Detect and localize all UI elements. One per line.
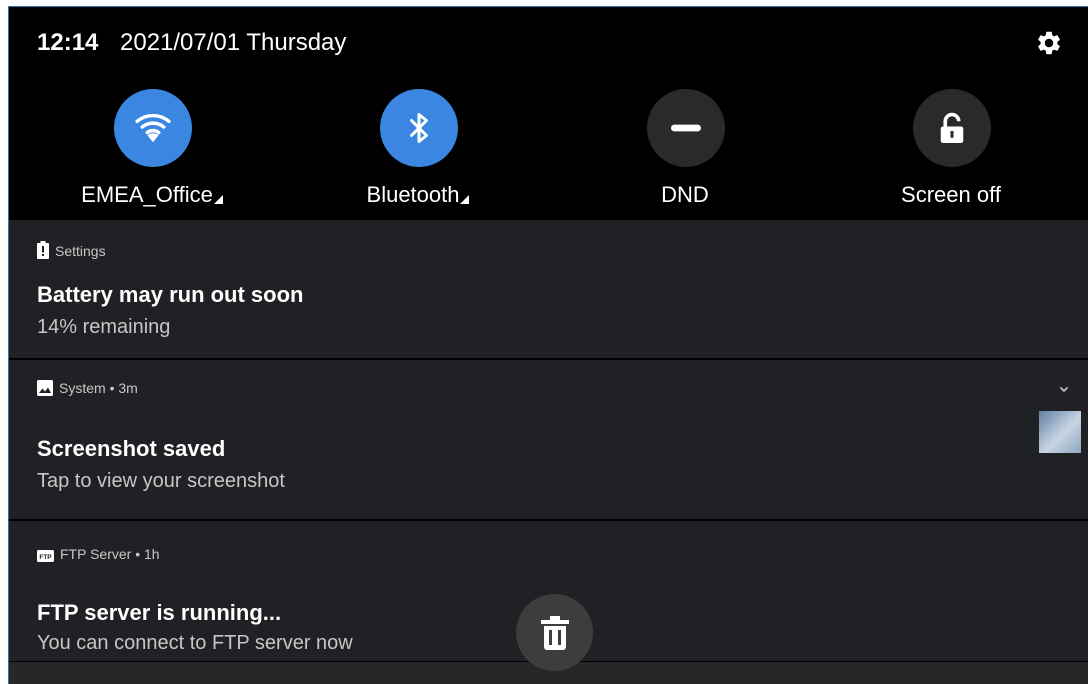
dropdown-caret-icon bbox=[213, 195, 223, 204]
notification-app-name: FTP Server • 1h bbox=[60, 546, 160, 562]
notification-title: Screenshot saved bbox=[37, 436, 226, 461]
bluetooth-icon bbox=[410, 113, 428, 143]
dnd-icon bbox=[671, 124, 701, 132]
dropdown-caret-icon bbox=[460, 195, 470, 204]
screenshot-thumbnail[interactable] bbox=[1039, 411, 1081, 453]
dnd-toggle[interactable] bbox=[647, 89, 725, 167]
wifi-toggle[interactable] bbox=[114, 89, 192, 167]
lock-icon bbox=[940, 112, 964, 143]
image-icon bbox=[37, 380, 53, 396]
notification-title: Battery may run out soon bbox=[37, 282, 304, 307]
wifi-icon bbox=[135, 113, 171, 143]
notification-text: Tap to view your screenshot bbox=[37, 470, 285, 492]
notification-header: Settings bbox=[37, 241, 106, 259]
notification-app-name: Settings bbox=[55, 243, 106, 259]
battery-alert-icon bbox=[37, 241, 49, 259]
tile-label-screen-off: Screen off bbox=[901, 182, 1001, 207]
tile-screen-off[interactable]: Screen off bbox=[841, 89, 1061, 219]
tile-wifi[interactable]: EMEA_Office bbox=[42, 89, 262, 219]
notification-screenshot[interactable]: System • 3m Screenshot saved Tap to view… bbox=[9, 360, 1088, 519]
notification-text: You can connect to FTP server now bbox=[37, 632, 353, 654]
gear-icon[interactable] bbox=[1035, 29, 1063, 57]
trash-icon bbox=[540, 615, 569, 650]
notification-header: System • 3m bbox=[37, 380, 138, 396]
screen-off-toggle[interactable] bbox=[913, 89, 991, 167]
notification-battery[interactable]: Settings Battery may run out soon 14% re… bbox=[9, 220, 1088, 358]
date: 2021/07/01 Thursday bbox=[120, 29, 347, 56]
notification-app-name: System • 3m bbox=[59, 380, 138, 396]
tile-label-wifi: EMEA_Office bbox=[42, 182, 262, 208]
bluetooth-toggle[interactable] bbox=[380, 89, 458, 167]
notification-text: 14% remaining bbox=[37, 316, 171, 338]
status-bar: 12:14 2021/07/01 Thursday bbox=[9, 7, 1088, 77]
svg-text:FTP: FTP bbox=[39, 554, 52, 561]
chevron-down-icon[interactable] bbox=[1057, 384, 1071, 394]
tile-label-dnd: DND bbox=[661, 182, 709, 207]
tile-bluetooth[interactable]: Bluetooth bbox=[308, 89, 528, 219]
tile-label-bluetooth: Bluetooth bbox=[308, 182, 528, 208]
notification-title: FTP server is running... bbox=[37, 600, 282, 625]
notification-header: FTP FTP Server • 1h bbox=[37, 546, 160, 562]
ftp-icon: FTP bbox=[37, 550, 54, 562]
clock: 12:14 bbox=[37, 29, 99, 56]
notification-shade: 12:14 2021/07/01 Thursday EMEA_Office Bl… bbox=[8, 6, 1088, 684]
clear-all-button[interactable] bbox=[516, 594, 593, 671]
tile-dnd[interactable]: DND bbox=[575, 89, 795, 219]
